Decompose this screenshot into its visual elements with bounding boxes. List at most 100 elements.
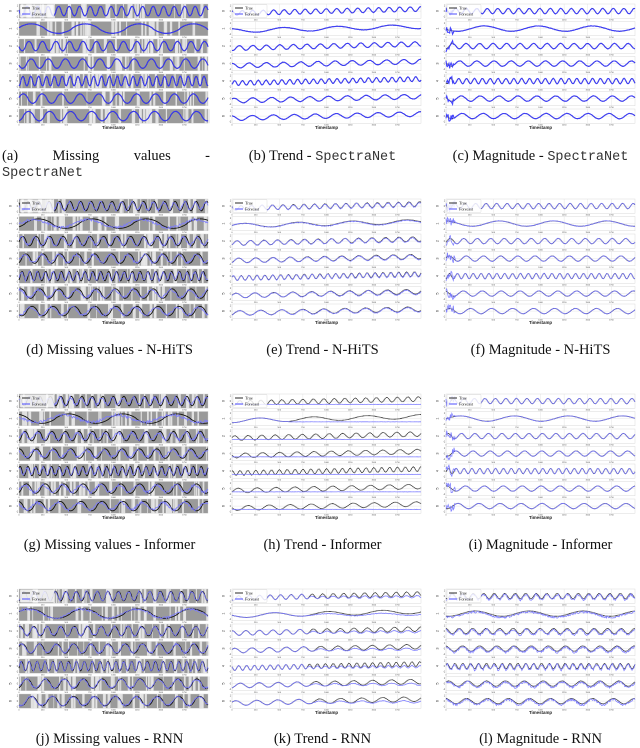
x-tick-label: 1500 <box>371 515 376 517</box>
x-tick-label: 1750 <box>609 710 614 712</box>
missing-gap <box>87 92 88 106</box>
panel-ylabel: 6 <box>436 115 440 117</box>
x-tick-label: 500 <box>492 462 496 464</box>
caption-label: (l) <box>479 731 493 747</box>
subfigure-a: 010-102505007501000125015001750TrueForec… <box>5 2 215 142</box>
missing-gap <box>21 92 22 106</box>
x-tick-label: 0 <box>231 622 233 624</box>
missing-gap <box>61 304 62 318</box>
panel-ylabel: 1 <box>222 223 226 225</box>
x-tick-label: 1000 <box>111 410 116 412</box>
caption-separator: - <box>307 148 312 164</box>
x-tick-label: 1000 <box>111 445 116 447</box>
missing-gap <box>168 412 170 426</box>
missing-gap <box>110 499 111 513</box>
x-tick-label: 1750 <box>182 267 187 269</box>
x-tick-label: 1000 <box>111 640 116 642</box>
y-tick-label: 1 <box>444 626 446 628</box>
missing-gap <box>175 57 176 71</box>
x-tick-label: 500 <box>278 462 282 464</box>
x-tick-label: 500 <box>65 285 69 287</box>
y-tick-label: -1 <box>229 69 232 71</box>
x-tick-label: 750 <box>301 515 305 517</box>
x-tick-label: 250 <box>468 605 472 607</box>
panel-ylabel: 3 <box>9 648 13 650</box>
y-tick-label: 0 <box>17 701 19 703</box>
x-tick-label: 750 <box>301 37 305 39</box>
panel-ylabel: 0 <box>222 205 226 207</box>
series-panel: 510-102505007501000125015001750 <box>9 92 209 110</box>
y-tick-label: -1 <box>229 34 232 36</box>
y-tick-label: -1 <box>16 299 19 301</box>
x-tick-label: 500 <box>492 710 496 712</box>
x-tick-label: 1500 <box>585 410 590 412</box>
caption-label: (i) <box>469 537 483 553</box>
missing-gap <box>47 22 49 36</box>
x-tick-label: 250 <box>41 692 45 694</box>
missing-gap <box>50 57 51 71</box>
panel-ylabel: 4 <box>436 275 440 277</box>
y-tick-label: -1 <box>229 512 232 514</box>
x-tick-label: 1750 <box>182 515 187 517</box>
y-tick-label: 0 <box>17 206 19 208</box>
x-tick-label: 1750 <box>609 125 614 127</box>
x-tick-label: 1250 <box>135 72 140 74</box>
x-tick-label: 750 <box>301 692 305 694</box>
caption-i: (i) Magnitude - Informer <box>469 537 613 554</box>
y-tick-label: -1 <box>443 512 446 514</box>
panel-ylabel: 4 <box>9 275 13 277</box>
x-tick-label: 1250 <box>562 302 567 304</box>
missing-gap <box>178 234 181 248</box>
y-tick-label: 1 <box>444 608 446 610</box>
x-tick-label: 0 <box>445 302 447 304</box>
missing-gap <box>207 304 208 318</box>
x-tick-label: 500 <box>492 640 496 642</box>
caption-model: N-HiTS <box>332 342 379 358</box>
subfigure-h: 010-102505007501000125015001750TrueForec… <box>218 392 428 532</box>
x-tick-label: 1250 <box>562 72 567 74</box>
x-tick-label: 1750 <box>182 37 187 39</box>
y-tick-label: -1 <box>443 52 446 54</box>
x-tick-label: 750 <box>515 232 519 234</box>
x-tick-label: 500 <box>65 410 69 412</box>
x-tick-label: 1000 <box>538 692 543 694</box>
x-tick-label: 250 <box>254 125 258 127</box>
missing-gap <box>62 642 64 656</box>
x-tick-label: 1250 <box>348 90 353 92</box>
caption-scenario: values <box>134 148 171 164</box>
x-tick-label: 500 <box>65 20 69 22</box>
panel-ylabel: 0 <box>9 595 13 597</box>
series-panel: 210-102505007501000125015001750 <box>222 234 422 252</box>
x-tick-label: 1000 <box>538 215 543 217</box>
y-tick-label: 0 <box>17 311 19 313</box>
x-tick-label: 250 <box>254 515 258 517</box>
x-tick-label: 1000 <box>111 250 116 252</box>
series-panel: 110-102505007501000125015001750 <box>222 412 422 430</box>
x-tick-label: 1750 <box>395 497 400 499</box>
x-tick-label: 500 <box>65 692 69 694</box>
subfigure-f: 010-102505007501000125015001750TrueForec… <box>432 197 640 337</box>
x-tick-label: 500 <box>65 640 69 642</box>
series-panel: 510-102505007501000125015001750 <box>222 482 422 500</box>
y-tick-label: -1 <box>229 247 232 249</box>
x-tick-label: 1000 <box>111 285 116 287</box>
panel-ylabel: 0 <box>222 400 226 402</box>
panel-ylabel: 6 <box>9 310 13 312</box>
x-tick-label: 1000 <box>538 462 543 464</box>
y-tick-label: -1 <box>443 247 446 249</box>
x-tick-label: 1500 <box>371 90 376 92</box>
x-tick-label: 1250 <box>135 215 140 217</box>
x-tick-label: 500 <box>278 125 282 127</box>
missing-gap <box>166 304 167 318</box>
subfigure-plot-h: 010-102505007501000125015001750TrueForec… <box>218 392 423 532</box>
y-tick-label: -1 <box>229 602 232 604</box>
x-tick-label: 1000 <box>324 37 329 39</box>
x-tick-label: 1750 <box>395 90 400 92</box>
x-tick-label: 0 <box>18 497 20 499</box>
y-tick-label: -1 <box>443 619 446 621</box>
missing-gap <box>24 499 26 513</box>
y-tick-label: 1 <box>230 413 232 415</box>
x-tick-label: 1500 <box>371 107 376 109</box>
missing-gap <box>71 412 73 426</box>
missing-gap <box>77 499 78 513</box>
